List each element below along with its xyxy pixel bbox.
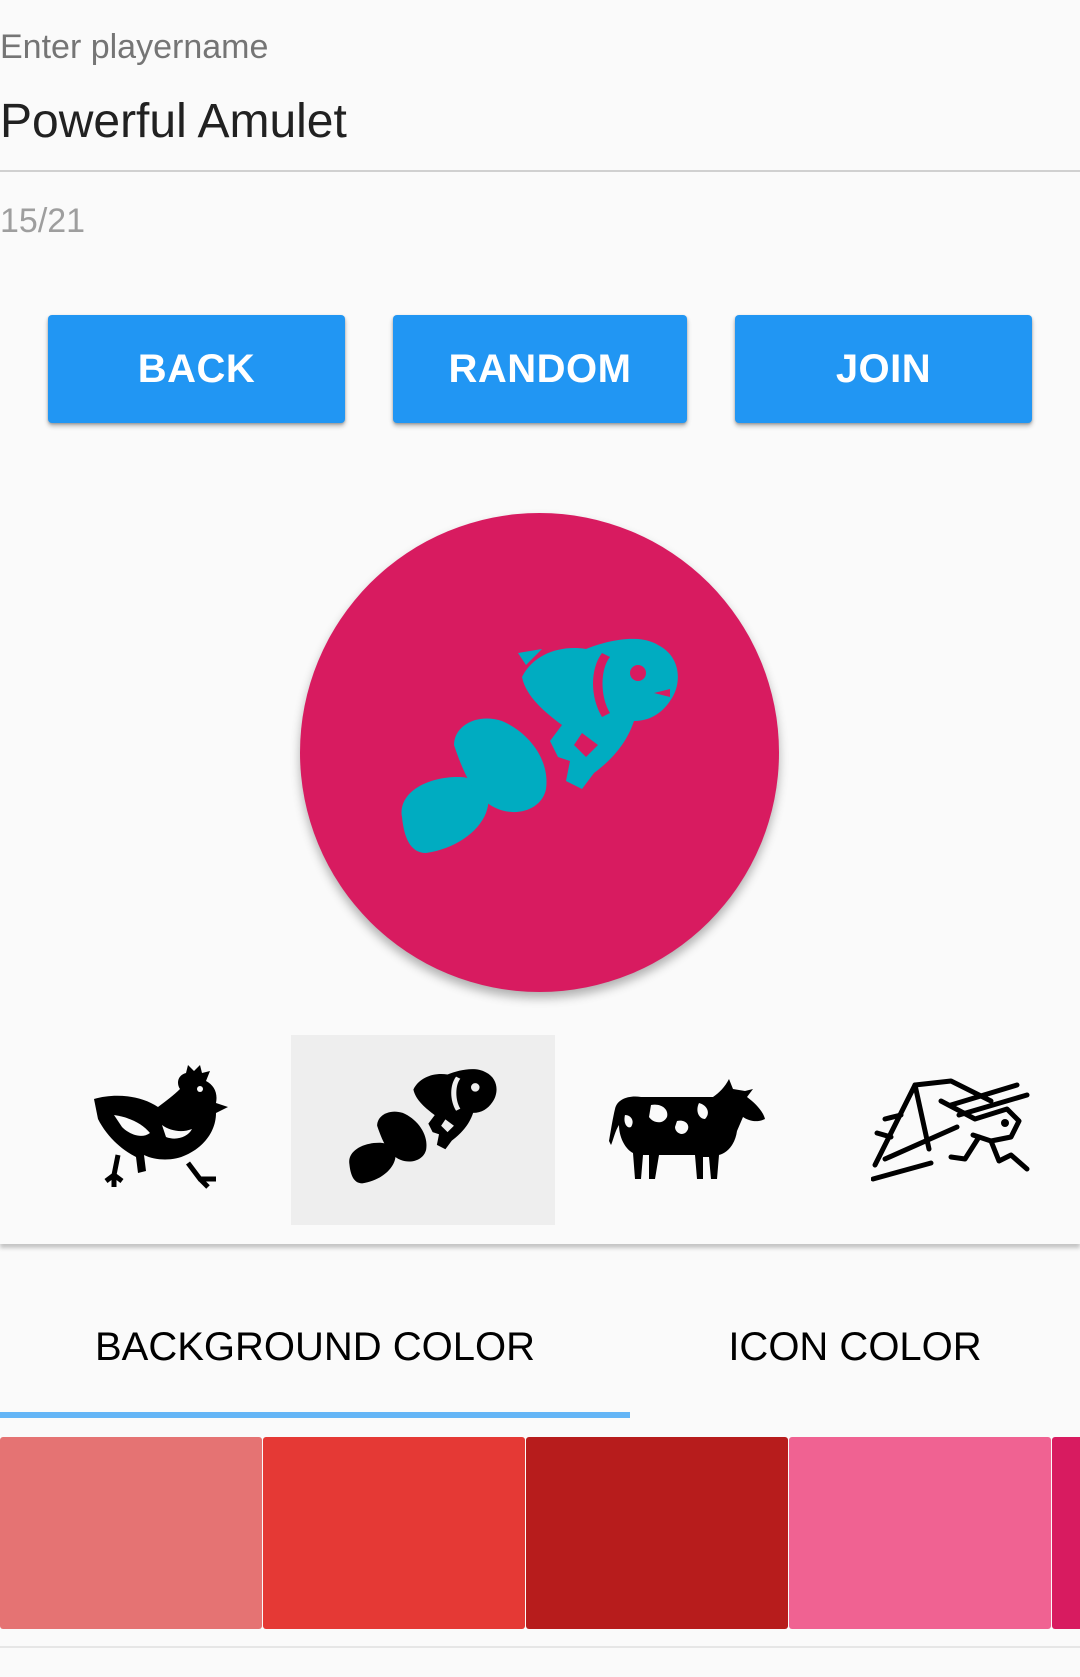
avatar-preview	[300, 513, 779, 992]
icon-picker	[0, 1016, 1080, 1244]
rooster-icon	[94, 1065, 228, 1189]
tab-background-color[interactable]: BACKGROUND COLOR	[0, 1276, 630, 1418]
playername-input[interactable]	[0, 86, 1080, 156]
color-swatch[interactable]	[263, 1437, 525, 1629]
icon-option-clownfish[interactable]	[291, 1035, 555, 1225]
tab-icon-color[interactable]: ICON COLOR	[630, 1276, 1080, 1418]
color-swatch[interactable]	[0, 1437, 262, 1629]
join-button[interactable]: JOIN	[735, 315, 1032, 423]
color-swatch[interactable]	[789, 1437, 1051, 1629]
back-button[interactable]: BACK	[48, 315, 345, 423]
grasshopper-icon	[871, 1078, 1030, 1182]
tab-indicator	[0, 1412, 630, 1418]
icon-option-cow[interactable]	[555, 1035, 819, 1225]
playername-underline	[0, 170, 1080, 172]
clownfish-icon	[349, 1069, 497, 1184]
cow-icon	[609, 1079, 765, 1179]
color-tabs: BACKGROUND COLOR ICON COLOR	[0, 1276, 1080, 1418]
character-counter: 15/21	[0, 202, 86, 240]
playername-label: Enter playername	[0, 28, 269, 66]
icon-option-rooster[interactable]	[27, 1035, 291, 1225]
color-swatch[interactable]	[1052, 1437, 1080, 1629]
color-swatch-list	[0, 1437, 1080, 1629]
color-swatch[interactable]	[526, 1437, 788, 1629]
clownfish-icon	[401, 638, 678, 853]
player-setup-screen: Enter playername 15/21 BACK RANDOM JOIN	[0, 0, 1080, 1677]
divider	[0, 1646, 1080, 1648]
icon-option-grasshopper[interactable]	[819, 1035, 1080, 1225]
random-button[interactable]: RANDOM	[393, 315, 687, 423]
